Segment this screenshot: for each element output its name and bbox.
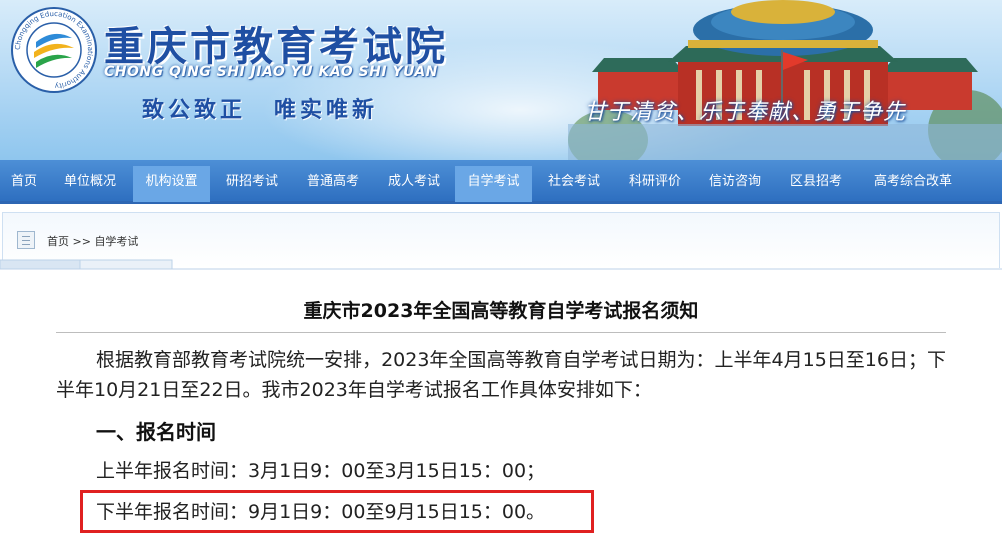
nav-item-adult-exam[interactable]: 成人考试 — [375, 166, 453, 202]
nav-item-social-exam[interactable]: 社会考试 — [535, 166, 613, 202]
nav-item-postgrad-exam[interactable]: 研招考试 — [213, 166, 291, 202]
nav-item-gaokao[interactable]: 普通高考 — [294, 166, 372, 202]
motto-left: 致公致正 — [142, 98, 247, 123]
logo-icon[interactable]: Chongqing Education Examinations Authori… — [10, 6, 98, 94]
article-intro: 根据教育部教育考试院统一安排，2023年全国高等教育自学考试日期为：上半年4月1… — [56, 349, 946, 401]
breadcrumb-home[interactable]: 首页 — [47, 235, 69, 248]
slogan: 甘于清贫、乐于奉献、勇于争先 — [584, 100, 907, 125]
nav-item-overview[interactable]: 单位概况 — [50, 166, 130, 202]
nav-item-self-study-exam[interactable]: 自学考试 — [455, 166, 532, 202]
nav-item-district[interactable]: 区县招考 — [777, 166, 855, 202]
breadcrumb-current[interactable]: 自学考试 — [94, 235, 138, 248]
nav-item-organization[interactable]: 机构设置 — [133, 166, 210, 202]
breadcrumb-divider — [0, 259, 1002, 270]
site-motto: 致公致正 唯实唯新 — [142, 92, 378, 124]
highlight-box — [80, 490, 594, 533]
first-half-registration: 上半年报名时间：3月1日9：00至3月15日15：00； — [96, 460, 546, 482]
nav-item-research[interactable]: 科研评价 — [616, 166, 694, 202]
title-divider — [56, 332, 946, 333]
breadcrumb: 首页 >> 自学考试 — [47, 233, 138, 249]
site-banner: Chongqing Education Examinations Authori… — [0, 0, 1002, 160]
nav-item-home[interactable]: 首页 — [0, 166, 48, 202]
page-icon — [17, 231, 35, 249]
main-nav: 首页 单位概况 机构设置 研招考试 普通高考 成人考试 自学考试 社会考试 科研… — [0, 160, 1002, 204]
motto-right: 唯实唯新 — [274, 98, 379, 123]
nav-item-petition[interactable]: 信访咨询 — [696, 166, 774, 202]
site-pinyin: CHONG QING SHI JIAO YU KAO SHI YUAN — [104, 64, 438, 80]
nav-item-gaokao-reform[interactable]: 高考综合改革 — [858, 166, 968, 202]
article-title: 重庆市2023年全国高等教育自学考试报名须知 — [303, 300, 699, 322]
breadcrumb-separator: >> — [72, 235, 91, 248]
great-hall-illustration — [568, 0, 1002, 160]
section-heading: 一、报名时间 — [96, 420, 216, 444]
